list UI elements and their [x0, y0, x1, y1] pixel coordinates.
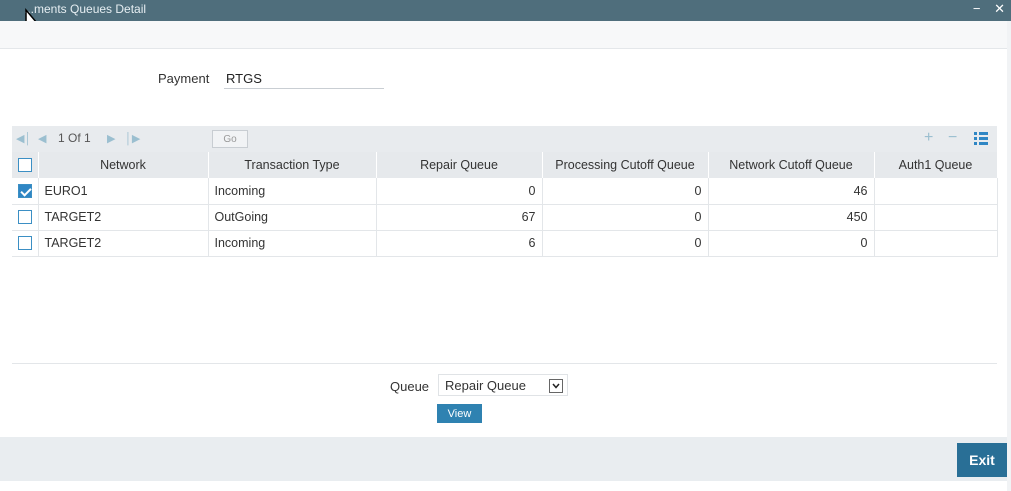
repair-queue-cell: 6 — [376, 230, 543, 257]
sub-toolbar — [0, 21, 1011, 49]
chevron-down-icon[interactable] — [549, 379, 563, 393]
queues-table: Network Transaction Type Repair Queue Pr… — [12, 152, 998, 257]
window-titlebar: ...ments Queues Detail − ✕ — [0, 0, 1011, 21]
window-title: ...ments Queues Detail — [24, 2, 147, 16]
table-row[interactable]: TARGET2 OutGoing 67 0 450 — [12, 204, 998, 231]
processing-cutoff-cell: 0 — [542, 230, 709, 257]
column-header-auth1-queue[interactable]: Auth1 Queue — [874, 152, 998, 178]
column-header-processing-cutoff[interactable]: Processing Cutoff Queue — [542, 152, 709, 178]
view-button[interactable]: View — [437, 404, 482, 423]
transaction-type-cell: OutGoing — [208, 204, 377, 231]
footer-bar — [0, 437, 1007, 481]
processing-cutoff-cell: 0 — [542, 178, 709, 205]
queue-select-value: Repair Queue — [445, 377, 526, 393]
network-cutoff-cell: 450 — [708, 204, 875, 231]
payment-field[interactable] — [224, 69, 384, 89]
repair-queue-cell: 67 — [376, 204, 543, 231]
select-all-checkbox[interactable] — [12, 152, 39, 178]
queue-select[interactable]: Repair Queue — [438, 374, 568, 396]
column-header-network-cutoff[interactable]: Network Cutoff Queue — [708, 152, 875, 178]
network-cell: TARGET2 — [38, 204, 209, 231]
columns-icon[interactable] — [974, 131, 988, 145]
prev-page-icon[interactable]: ◀ — [38, 132, 46, 145]
auth1-queue-cell — [874, 204, 998, 231]
close-icon[interactable]: ✕ — [994, 1, 1005, 16]
first-page-icon[interactable]: ◀│ — [16, 132, 31, 145]
auth1-queue-cell — [874, 230, 998, 257]
network-cell: TARGET2 — [38, 230, 209, 257]
column-header-repair-queue[interactable]: Repair Queue — [376, 152, 543, 178]
transaction-type-cell: Incoming — [208, 230, 377, 257]
last-page-icon[interactable]: │▶ — [125, 132, 140, 145]
network-cell: EURO1 — [38, 178, 209, 205]
remove-row-icon[interactable]: − — [948, 129, 957, 147]
next-page-icon[interactable]: ▶ — [107, 132, 115, 145]
grid-pager: ◀│ ◀ 1 Of 1 ▶ │▶ Go + − — [12, 126, 997, 152]
network-cutoff-cell: 46 — [708, 178, 875, 205]
table-header-row: Network Transaction Type Repair Queue Pr… — [12, 152, 998, 178]
transaction-type-cell: Incoming — [208, 178, 377, 205]
auth1-queue-cell — [874, 178, 998, 205]
network-cutoff-cell: 0 — [708, 230, 875, 257]
minimize-icon[interactable]: − — [973, 1, 981, 16]
payment-label: Payment — [158, 71, 210, 86]
repair-queue-cell: 0 — [376, 178, 543, 205]
table-row[interactable]: TARGET2 Incoming 6 0 0 — [12, 230, 998, 257]
column-header-network[interactable]: Network — [38, 152, 209, 178]
processing-cutoff-cell: 0 — [542, 204, 709, 231]
scroll-strip — [1007, 21, 1011, 491]
row-checkbox[interactable] — [12, 204, 39, 231]
add-row-icon[interactable]: + — [924, 129, 933, 147]
row-checkbox[interactable] — [12, 178, 39, 205]
table-row[interactable]: EURO1 Incoming 0 0 46 — [12, 178, 998, 205]
queues-grid: ◀│ ◀ 1 Of 1 ▶ │▶ Go + − Network Transact… — [12, 126, 998, 364]
row-checkbox[interactable] — [12, 230, 39, 257]
go-button[interactable]: Go — [212, 130, 248, 148]
exit-button[interactable]: Exit — [957, 443, 1007, 477]
window-controls: − ✕ — [963, 1, 1005, 17]
queue-label: Queue — [390, 379, 430, 394]
page-indicator: 1 Of 1 — [58, 131, 91, 145]
column-header-transaction-type[interactable]: Transaction Type — [208, 152, 377, 178]
